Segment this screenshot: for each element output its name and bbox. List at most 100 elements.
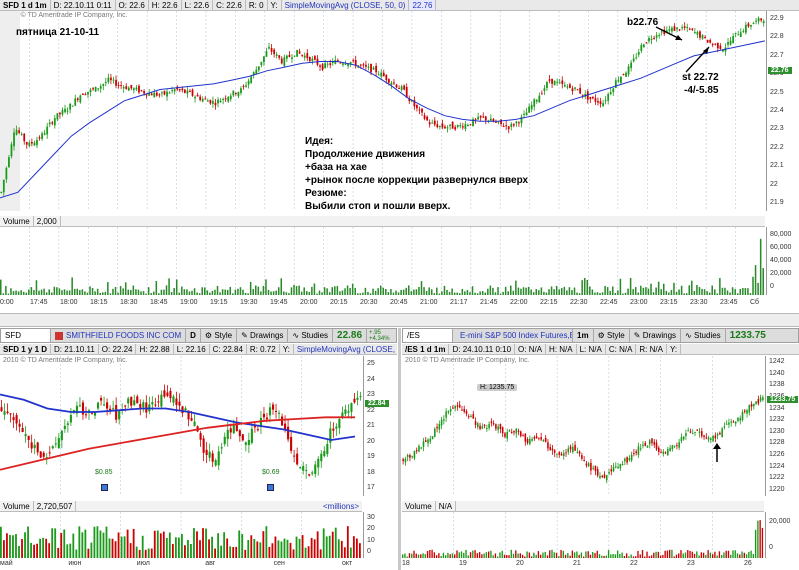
- volume-bar: [456, 550, 458, 558]
- volume-bar: [48, 543, 51, 558]
- volume-bar: [563, 286, 566, 295]
- candle-body: [703, 435, 705, 437]
- candle-body: [303, 55, 306, 58]
- symbol-field[interactable]: SFD: [1, 329, 51, 342]
- volume-bar: [639, 554, 641, 558]
- volume-bar: [657, 281, 660, 295]
- top-volume-chart[interactable]: [0, 227, 765, 295]
- volume-bar: [214, 289, 216, 295]
- idea-line-5: Резюме:: [305, 188, 347, 199]
- candle-body: [178, 401, 181, 406]
- volume-bar: [226, 289, 229, 295]
- volume-bar: [90, 542, 93, 558]
- volume-bar: [280, 541, 283, 558]
- volume-bar: [517, 553, 519, 558]
- candle-body: [456, 124, 459, 128]
- period-selector[interactable]: D: [186, 329, 201, 342]
- volume-bar: [599, 292, 601, 295]
- candle-body: [508, 430, 511, 432]
- candle-body: [518, 122, 520, 124]
- arrow-up-icon: [713, 443, 721, 462]
- candle-body: [612, 467, 615, 472]
- volume-bar: [555, 552, 558, 558]
- volume-bar: [265, 526, 268, 558]
- candle-body: [551, 448, 554, 451]
- candle-body: [474, 119, 477, 121]
- panel-divider-horizontal[interactable]: [0, 313, 799, 327]
- candle-body: [678, 442, 680, 448]
- volume-bar: [644, 556, 646, 558]
- volume-value: N/A: [436, 501, 457, 511]
- style-button[interactable]: ⚙ Style: [594, 329, 630, 342]
- volume-bar: [592, 551, 594, 558]
- studies-button[interactable]: ∿ Studies: [681, 329, 726, 342]
- candle-body: [153, 92, 156, 98]
- candle-body: [646, 445, 649, 448]
- volume-bar: [578, 293, 581, 295]
- drawings-button[interactable]: ✎ Drawings: [630, 329, 682, 342]
- study-label[interactable]: SimpleMovingAvg (CLOSE, 50, 0): [282, 0, 410, 10]
- candle-body: [592, 467, 594, 469]
- symbol-field[interactable]: /ES: [403, 329, 453, 342]
- volume-bar: [325, 536, 328, 558]
- last-price: 1233.75: [729, 330, 766, 341]
- candle-body: [531, 439, 533, 441]
- volume-bar: [313, 283, 316, 295]
- right-volume-chart[interactable]: [402, 512, 764, 558]
- dividend-icon[interactable]: [267, 484, 274, 491]
- candle-body: [725, 423, 728, 425]
- candle-body: [716, 434, 719, 436]
- volume-bar: [156, 530, 159, 558]
- volume-bar: [39, 538, 42, 558]
- volume-bar: [69, 543, 72, 558]
- dividend-icon[interactable]: [101, 484, 108, 491]
- volume-bar: [343, 547, 346, 558]
- axis-tick-label: 23: [687, 560, 695, 567]
- volume-bar: [168, 532, 171, 558]
- volume-bar: [372, 288, 374, 295]
- candle-body: [635, 57, 638, 59]
- left-volume-chart[interactable]: [0, 512, 362, 558]
- studies-button[interactable]: ∿ Studies: [288, 329, 334, 342]
- volume-bar: [544, 551, 546, 558]
- volume-bar: [51, 528, 54, 558]
- volume-bar: [705, 554, 707, 558]
- volume-bar: [612, 286, 614, 295]
- symbol-label[interactable]: SFD 1 y 1 D: [0, 344, 52, 354]
- volume-bar: [698, 555, 700, 558]
- left-price-chart[interactable]: [0, 356, 362, 496]
- volume-bar: [646, 551, 648, 558]
- volume-bar: [76, 288, 79, 295]
- period-selector[interactable]: 1m: [573, 329, 594, 342]
- volume-bar: [285, 292, 288, 295]
- right-price-chart[interactable]: [402, 356, 764, 496]
- candle-body: [569, 84, 571, 88]
- volume-bar: [153, 291, 155, 295]
- volume-bar: [578, 554, 580, 558]
- volume-value: 2,720,507: [34, 501, 77, 511]
- candle-body: [454, 127, 457, 130]
- axis-tick-label: 40,000: [770, 257, 792, 264]
- candle-body: [658, 447, 660, 452]
- candle-body: [540, 93, 543, 95]
- candle-body: [515, 121, 518, 124]
- candle-body: [648, 440, 651, 445]
- candle-body: [296, 453, 299, 465]
- symbol-label[interactable]: /ES 1 d 1m: [402, 344, 450, 354]
- volume-bar: [262, 531, 265, 558]
- volume-bar: [714, 551, 716, 558]
- right-day-axis: 18 19 20 21 22 23 26: [402, 559, 764, 570]
- candle-body: [81, 93, 84, 95]
- volume-bar: [79, 290, 81, 295]
- study-label[interactable]: SimpleMovingAvg (CLOSE, 50, 0): [294, 344, 397, 354]
- volume-bar: [102, 292, 104, 295]
- volume-bar: [519, 553, 522, 558]
- drawings-button[interactable]: ✎ Drawings: [237, 329, 289, 342]
- style-button[interactable]: ⚙ Style: [201, 329, 238, 342]
- volume-bar: [147, 287, 150, 295]
- candle-body: [169, 390, 172, 399]
- volume-bar: [288, 293, 290, 295]
- panel-divider[interactable]: [398, 328, 401, 570]
- symbol-label[interactable]: SFD 1 d 1m: [0, 0, 51, 10]
- volume-bar: [260, 291, 262, 295]
